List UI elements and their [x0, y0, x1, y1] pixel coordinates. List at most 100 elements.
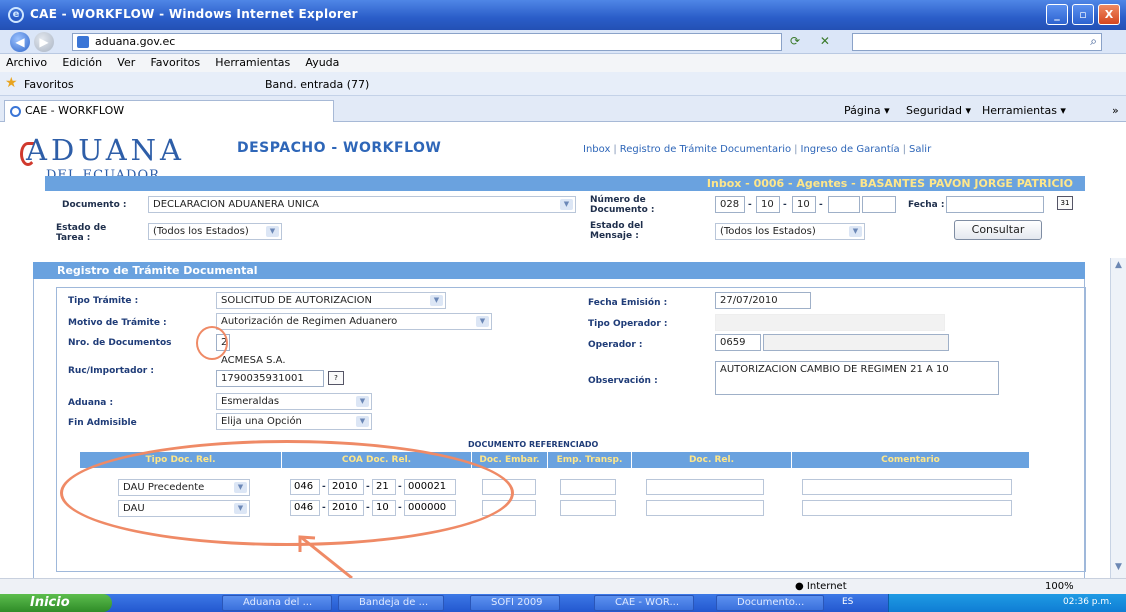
documento-value: DECLARACION ADUANERA UNICA	[153, 199, 319, 210]
estado-mensaje-value: (Todos los Estados)	[720, 226, 816, 237]
chevron-down-icon: ▼	[266, 226, 279, 237]
scroll-down-icon[interactable]: ▼	[1113, 562, 1124, 573]
tab-cae-workflow[interactable]: CAE - WORKFLOW	[4, 100, 334, 122]
link-salir[interactable]: Salir	[909, 144, 931, 155]
close-button[interactable]: X	[1098, 4, 1120, 25]
motivo-tramite-label: Motivo de Trámite :	[68, 318, 167, 328]
command-pagina[interactable]: Página ▾	[844, 104, 890, 117]
tipo-tramite-value: SOLICITUD DE AUTORIZACION	[221, 295, 373, 306]
documento-select[interactable]: DECLARACION ADUANERA UNICA ▼	[148, 196, 576, 213]
top-links: Inbox | Registro de Trámite Documentario | I…	[583, 144, 931, 155]
row2-comentario[interactable]	[802, 500, 1012, 516]
tipo-operador-label: Tipo Operador :	[588, 319, 668, 329]
fin-admisible-select[interactable]: Elija una Opción ▼	[216, 413, 372, 430]
ie-icon: e	[8, 7, 24, 23]
ruc-name-text: ACMESA S.A.	[216, 352, 356, 369]
annotation-arrow-icon	[298, 535, 353, 578]
numero-documento-label-2: Documento :	[590, 205, 655, 215]
fecha-emision-input[interactable]: 27/07/2010	[715, 292, 811, 309]
favorites-link-band-entrada[interactable]: Band. entrada (77)	[265, 78, 369, 91]
taskbar-item-bandeja[interactable]: Bandeja de ...	[338, 595, 444, 611]
minimize-button[interactable]: _	[1046, 4, 1068, 25]
zoom-level[interactable]: 100%	[1045, 581, 1074, 592]
search-input[interactable]: ⌕	[852, 33, 1102, 51]
menu-edicion[interactable]: Edición	[56, 54, 108, 69]
link-separator: |	[613, 144, 617, 155]
calendar-icon[interactable]: 31	[1057, 196, 1073, 210]
estado-tarea-value: (Todos los Estados)	[153, 226, 249, 237]
row2-doc-rel[interactable]	[646, 500, 764, 516]
estado-mensaje-select[interactable]: (Todos los Estados) ▼	[715, 223, 865, 240]
scroll-up-icon[interactable]: ▲	[1113, 260, 1124, 271]
taskbar-item-documento[interactable]: Documento...	[716, 595, 824, 611]
numero-part-5[interactable]	[862, 196, 896, 213]
taskbar-item-aduana[interactable]: Aduana del ...	[222, 595, 332, 611]
command-more[interactable]: »	[1112, 104, 1119, 117]
numero-dash: -	[748, 200, 752, 210]
fecha-label: Fecha :	[908, 200, 945, 210]
link-inbox[interactable]: Inbox	[583, 144, 610, 155]
favorites-button[interactable]: Favoritos	[24, 78, 74, 91]
command-herramientas[interactable]: Herramientas ▾	[982, 104, 1066, 117]
row2-emp-transp[interactable]	[560, 500, 616, 516]
ruc-input[interactable]: 1790035931001	[216, 370, 324, 387]
tipo-tramite-select[interactable]: SOLICITUD DE AUTORIZACION ▼	[216, 292, 446, 309]
observacion-label: Observación :	[588, 376, 658, 386]
taskbar-item-cae[interactable]: CAE - WOR...	[594, 595, 694, 611]
row1-emp-transp[interactable]	[560, 479, 616, 495]
chevron-down-icon: ▼	[849, 226, 862, 237]
aduana-select[interactable]: Esmeraldas ▼	[216, 393, 372, 410]
operador-code-input[interactable]: 0659	[715, 334, 761, 351]
menu-ayuda[interactable]: Ayuda	[299, 54, 345, 69]
link-ingreso-garantia[interactable]: Ingreso de Garantía	[801, 144, 900, 155]
motivo-tramite-value: Autorización de Regimen Aduanero	[221, 316, 398, 327]
annotation-circle-nro-documentos	[196, 326, 228, 360]
estado-mensaje-label-1: Estado del	[590, 221, 644, 231]
command-seguridad[interactable]: Seguridad ▾	[906, 104, 971, 117]
consultar-button[interactable]: Consultar	[954, 220, 1042, 240]
estado-tarea-select[interactable]: (Todos los Estados) ▼	[148, 223, 282, 240]
row1-comentario[interactable]	[802, 479, 1012, 495]
link-separator: |	[794, 144, 798, 155]
menu-bar: Archivo Edición Ver Favoritos Herramient…	[0, 54, 1126, 72]
observacion-textarea[interactable]: AUTORIZACION CAMBIO DE REGIMEN 21 A 10	[715, 361, 999, 395]
menu-favoritos[interactable]: Favoritos	[144, 54, 206, 69]
numero-part-3[interactable]: 10	[792, 196, 816, 213]
numero-dash: -	[783, 200, 787, 210]
fecha-input[interactable]	[946, 196, 1044, 213]
clock: 02:36 p.m.	[1063, 597, 1112, 607]
back-button[interactable]: ◀	[10, 32, 30, 52]
motivo-tramite-select[interactable]: Autorización de Regimen Aduanero ▼	[216, 313, 492, 330]
chevron-down-icon: ▼	[356, 416, 369, 427]
fin-admisible-value: Elija una Opción	[221, 416, 302, 427]
help-icon[interactable]: ?	[328, 371, 344, 385]
start-button[interactable]: Inicio	[0, 594, 112, 612]
address-field[interactable]: aduana.gov.ec	[72, 33, 782, 51]
menu-archivo[interactable]: Archivo	[0, 54, 53, 69]
app-title: DESPACHO - WORKFLOW	[237, 140, 442, 156]
language-indicator[interactable]: ES	[842, 597, 853, 607]
page-scrollbar[interactable]: ▲ ▼	[1110, 258, 1126, 578]
zone-internet: ● Internet	[795, 581, 847, 592]
row1-doc-rel[interactable]	[646, 479, 764, 495]
star-icon[interactable]: ★	[5, 75, 18, 91]
forward-button[interactable]: ▶	[34, 32, 54, 52]
menu-herramientas[interactable]: Herramientas	[209, 54, 296, 69]
col-comentario: Comentario	[792, 452, 1030, 468]
menu-ver[interactable]: Ver	[111, 54, 141, 69]
link-registro-tramite[interactable]: Registro de Trámite Documentario	[620, 144, 791, 155]
refresh-stop-icons[interactable]: ⟳ ✕	[790, 34, 838, 48]
numero-part-4[interactable]	[828, 196, 860, 213]
page-content: ADUANA DEL ECUADOR DESPACHO - WORKFLOW I…	[0, 122, 1110, 578]
numero-part-2[interactable]: 10	[756, 196, 780, 213]
maximize-button[interactable]: ▫	[1072, 4, 1094, 25]
operador-name-input	[763, 334, 949, 351]
numero-part-1[interactable]: 028	[715, 196, 745, 213]
search-icon[interactable]: ⌕	[1090, 34, 1097, 49]
taskbar-item-sofi[interactable]: SOFI 2009	[470, 595, 560, 611]
numero-documento-label-1: Número de	[590, 195, 646, 205]
favorites-bar: ★ Favoritos Band. entrada (77)	[0, 72, 1126, 96]
system-tray: 02:36 p.m.	[888, 594, 1126, 612]
fin-admisible-label: Fin Admisible	[68, 418, 137, 428]
tab-label: CAE - WORKFLOW	[25, 104, 125, 117]
